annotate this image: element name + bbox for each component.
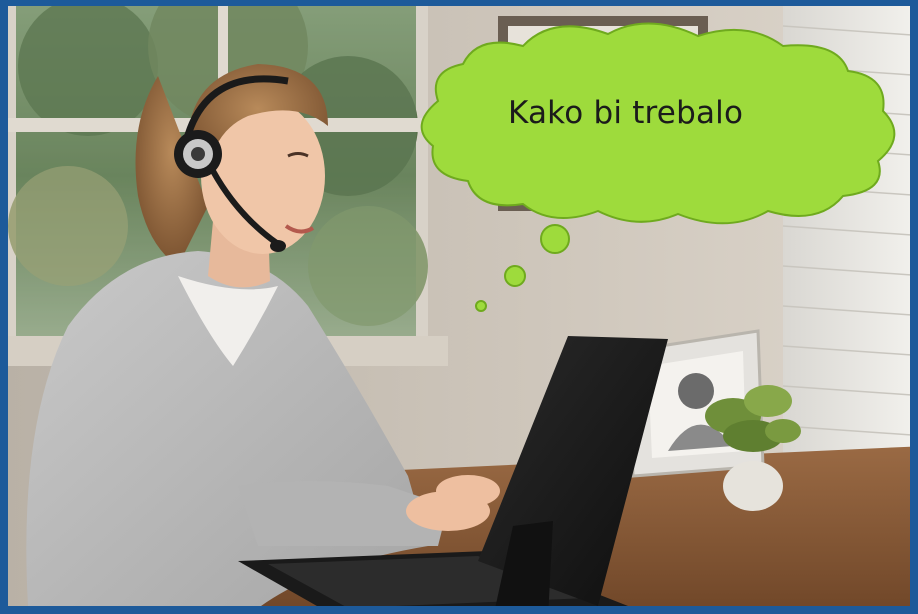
thought-dot-small xyxy=(475,300,487,312)
thought-dot-large xyxy=(540,224,570,254)
thought-dot-medium xyxy=(504,265,526,287)
photo-frame: Kako bi trebalo xyxy=(0,0,918,614)
speech-bubble-text: Kako bi trebalo xyxy=(508,95,744,131)
